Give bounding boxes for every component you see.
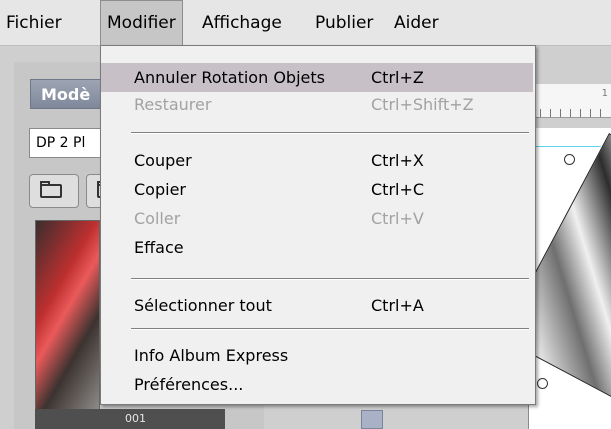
horizontal-ruler: 1 (532, 84, 611, 118)
menu-item-redo[interactable]: Restaurer Ctrl+Shift+Z (101, 90, 533, 119)
menu-item-label: Couper (134, 151, 192, 170)
modifier-dropdown-menu: Annuler Rotation Objets Ctrl+Z Restaurer… (100, 45, 536, 405)
menu-modifier[interactable]: Modifier (100, 0, 183, 46)
guide-line (529, 146, 611, 147)
menu-item-label: Préférences... (134, 375, 244, 394)
menu-item-label: Coller (134, 209, 181, 228)
menu-item-label: Info Album Express (134, 346, 289, 365)
rotated-photo[interactable] (529, 133, 611, 399)
thumbnail-label: 001 (35, 409, 225, 429)
menu-separator (131, 279, 529, 280)
menu-item-label: Sélectionner tout (134, 296, 272, 315)
menu-item-paste[interactable]: Coller Ctrl+V (101, 204, 533, 233)
menu-item-copy[interactable]: Copier Ctrl+C (101, 175, 533, 204)
menu-item-shortcut: Ctrl+C (371, 180, 425, 199)
menu-item-undo[interactable]: Annuler Rotation Objets Ctrl+Z (101, 63, 533, 92)
menu-item-label: Copier (134, 180, 186, 199)
menu-item-select-all[interactable]: Sélectionner tout Ctrl+A (101, 291, 533, 320)
menu-item-cut[interactable]: Couper Ctrl+X (101, 146, 533, 175)
menu-item-label: Annuler Rotation Objets (134, 68, 325, 87)
menu-publier[interactable]: Publier (309, 0, 379, 46)
page-thumbnail[interactable] (35, 220, 100, 410)
menu-item-shortcut: Ctrl+V (371, 209, 424, 228)
folder-remove-button[interactable] (29, 174, 79, 208)
resize-handle[interactable] (537, 378, 548, 389)
menu-item-shortcut: Ctrl+X (371, 151, 424, 170)
menu-item-shortcut: Ctrl+Shift+Z (371, 95, 474, 114)
menu-bar: Fichier Modifier Affichage Publier Aider (0, 0, 611, 46)
menu-item-info-album-express[interactable]: Info Album Express (101, 341, 533, 370)
menu-item-preferences[interactable]: Préférences... (101, 370, 533, 399)
menu-separator (131, 329, 529, 330)
menu-item-delete[interactable]: Efface (101, 233, 533, 262)
page-canvas[interactable] (528, 128, 611, 429)
menu-item-label: Efface (134, 238, 184, 257)
scrollbar-thumb[interactable] (361, 410, 383, 429)
folder-icon (40, 181, 62, 198)
menu-item-label: Restaurer (134, 95, 212, 114)
menu-item-shortcut: Ctrl+A (371, 296, 424, 315)
menu-aider[interactable]: Aider (388, 0, 445, 46)
ruler-number: 1 (601, 88, 608, 99)
menu-item-shortcut: Ctrl+Z (371, 68, 424, 87)
menu-affichage[interactable]: Affichage (196, 0, 288, 46)
menu-separator (131, 133, 529, 134)
rotation-handle[interactable] (564, 154, 575, 165)
menu-fichier[interactable]: Fichier (0, 0, 68, 46)
